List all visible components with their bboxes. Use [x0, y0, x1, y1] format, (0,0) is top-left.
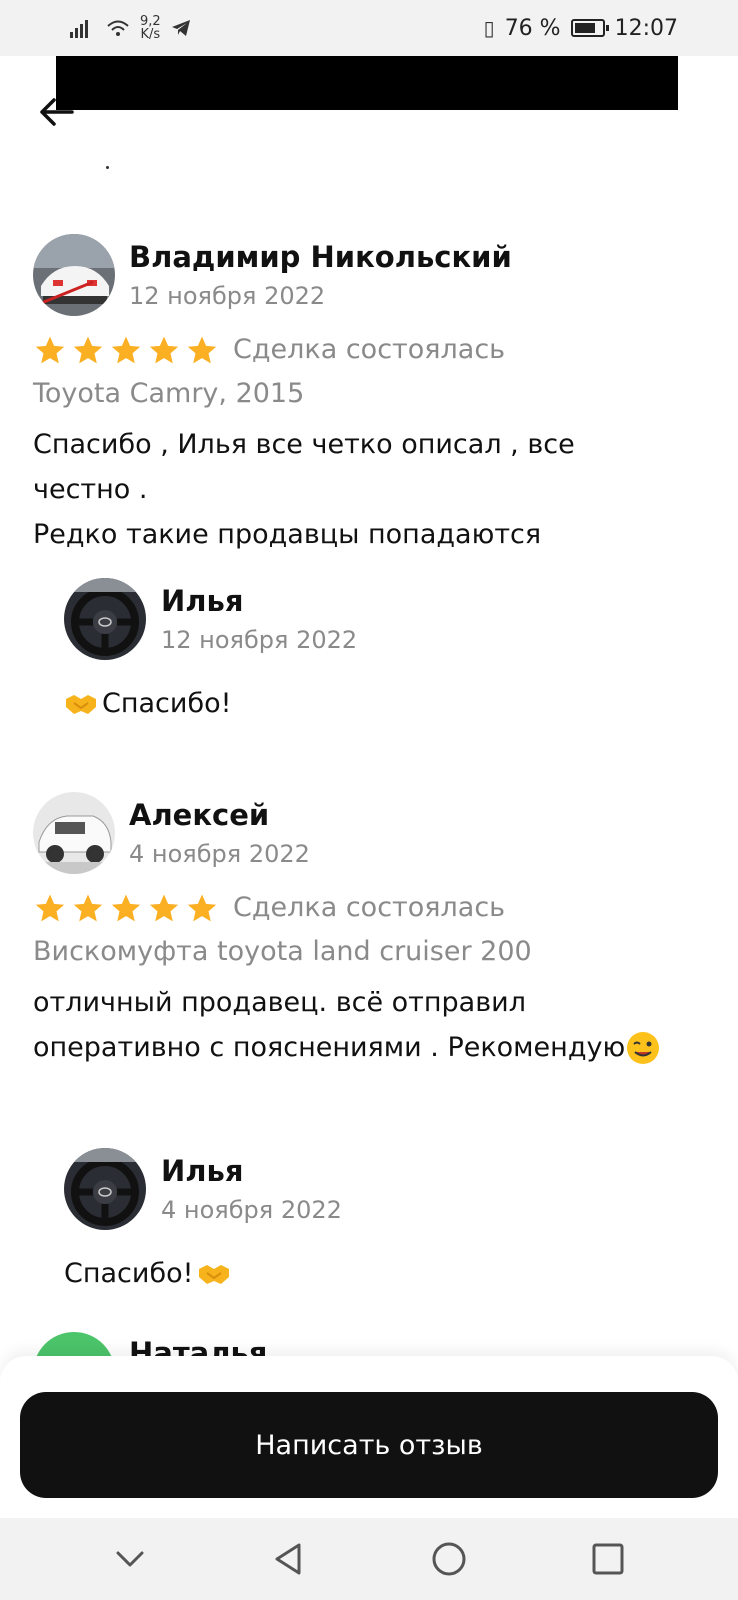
- battery-percent: 76 %: [504, 15, 561, 41]
- star-icon: [111, 894, 141, 922]
- steering-wheel-avatar: [64, 1148, 146, 1230]
- reply-text: Спасибо!: [64, 1258, 231, 1289]
- avatar[interactable]: [33, 234, 115, 316]
- nav-recents-icon[interactable]: [588, 1539, 628, 1579]
- rating-stars: [33, 892, 219, 926]
- reply-avatar[interactable]: [64, 1148, 146, 1230]
- review-text-line: Спасибо , Илья все четко описал , все: [33, 429, 575, 460]
- nav-back-icon[interactable]: [269, 1539, 309, 1579]
- reply-text-label: Спасибо!: [64, 1258, 194, 1289]
- car-photo-avatar: [33, 234, 115, 316]
- review-author[interactable]: Владимир Никольский: [129, 240, 512, 274]
- reply-author: Илья: [161, 1154, 244, 1188]
- review-text-line: Редко такие продавцы попадаются: [33, 519, 542, 550]
- network-speed: 9,2 K/s: [140, 15, 161, 41]
- redacted-title-block: [56, 56, 678, 110]
- telegram-icon: [171, 20, 190, 36]
- star-icon: [111, 336, 141, 364]
- star-icon: [149, 894, 179, 922]
- review-date: 4 ноября 2022: [129, 840, 310, 868]
- reply-date: 12 ноября 2022: [161, 626, 358, 654]
- star-icon: [35, 336, 65, 364]
- steering-wheel-avatar: [64, 578, 146, 660]
- review-subject[interactable]: Toyota Camry, 2015: [33, 378, 304, 409]
- star-icon: [73, 894, 103, 922]
- star-icon: [73, 336, 103, 364]
- review-text-line: честно .: [33, 474, 148, 505]
- handshake-icon: [66, 694, 96, 714]
- review-date: 12 ноября 2022: [129, 282, 326, 310]
- deal-status: Сделка состоялась: [233, 892, 506, 923]
- review-text-line-content: оперативно с пояснениями . Рекомендую: [33, 1032, 626, 1063]
- wifi-icon: [107, 20, 129, 36]
- wink-emoji-icon: [627, 1031, 660, 1064]
- bottom-panel: Написать отзыв: [0, 1356, 738, 1518]
- review-text: отличный продавец. всё отправил оператив…: [33, 980, 713, 1070]
- star-icon: [187, 336, 217, 364]
- nav-hide-icon[interactable]: [110, 1539, 150, 1579]
- header: [0, 56, 738, 186]
- car-photo-avatar: [33, 792, 115, 874]
- reply-text-label: Спасибо!: [102, 688, 232, 719]
- battery-icon: [570, 19, 609, 37]
- handshake-icon: [199, 1264, 230, 1284]
- clock: 12:07: [614, 15, 678, 41]
- rating-stars: [33, 334, 219, 368]
- reply-author: Илья: [161, 584, 244, 618]
- review-subject[interactable]: Вискомуфта toyota land cruiser 200: [33, 936, 532, 967]
- reply-avatar[interactable]: [64, 578, 146, 660]
- avatar[interactable]: [33, 792, 115, 874]
- network-speed-unit: K/s: [140, 27, 161, 42]
- star-icon: [35, 894, 65, 922]
- divider-dot: [106, 166, 109, 169]
- review-text-line: отличный продавец. всё отправил: [33, 987, 526, 1018]
- review-text-line: оперативно с пояснениями . Рекомендую: [33, 1025, 713, 1070]
- signal-icon: [70, 20, 88, 38]
- write-review-button[interactable]: Написать отзыв: [20, 1392, 718, 1498]
- reply-date: 4 ноября 2022: [161, 1196, 342, 1224]
- vibrate-icon: ▯: [483, 16, 495, 40]
- reviews-page: Владимир Никольский 12 ноября 2022 Сделк…: [0, 56, 738, 1518]
- status-bar: 9,2 K/s ▯ 76 % 12:07: [0, 0, 738, 56]
- reply-text: Спасибо!: [64, 688, 231, 719]
- deal-status: Сделка состоялась: [233, 334, 506, 365]
- star-icon: [187, 894, 217, 922]
- system-nav-bar: [0, 1518, 738, 1600]
- status-right: ▯ 76 % 12:07: [484, 16, 678, 41]
- star-icon: [149, 336, 179, 364]
- status-left: 9,2 K/s: [70, 15, 191, 41]
- review-text: Спасибо , Илья все четко описал , все че…: [33, 422, 713, 557]
- review-author[interactable]: Алексей: [129, 798, 269, 832]
- nav-home-icon[interactable]: [429, 1539, 469, 1579]
